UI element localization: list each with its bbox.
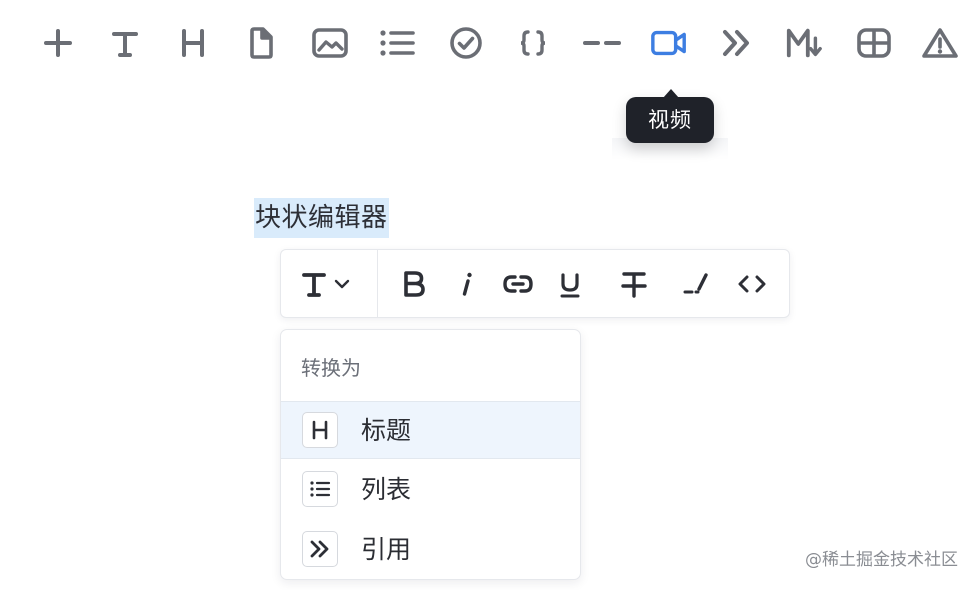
toolbar-divider [377,250,378,317]
editor-page: 视频 块状编辑器 转换为 标题 列表 引用 @稀土掘金技术社区 [0,0,974,590]
convert-item-label: 标题 [361,416,412,445]
convert-item-list[interactable]: 列表 [281,461,580,519]
format-toolbar [280,249,790,318]
underline-icon[interactable] [551,264,589,304]
quote-icon[interactable] [718,24,756,62]
list-icon[interactable] [378,24,416,62]
markdown-icon[interactable] [785,24,823,62]
list-icon [302,471,338,507]
convert-item-label: 引用 [361,535,412,564]
check-circle-icon[interactable] [447,24,485,62]
italic-icon[interactable] [447,264,485,304]
divider-icon[interactable] [580,24,624,62]
highlight-pen-icon[interactable] [677,264,715,304]
table-icon[interactable] [855,24,893,62]
selected-text[interactable]: 块状编辑器 [254,198,389,238]
block-toolbar [0,0,974,86]
inline-code-icon[interactable] [733,264,771,304]
convert-item-label: 列表 [361,475,412,504]
convert-menu: 转换为 标题 列表 引用 [280,329,581,580]
image-icon[interactable] [311,24,349,62]
file-icon[interactable] [242,24,280,62]
code-braces-icon[interactable] [514,24,552,62]
video-tooltip: 视频 [626,97,714,143]
convert-item-quote[interactable]: 引用 [281,521,580,579]
heading-icon [302,412,338,448]
warning-icon[interactable] [921,24,959,62]
text-icon[interactable] [106,24,144,62]
plus-icon[interactable] [39,24,77,62]
link-icon[interactable] [499,264,537,304]
strikethrough-icon[interactable] [615,264,653,304]
quote-icon [302,531,338,567]
text-type-icon [301,269,327,299]
chevron-down-icon [333,277,351,291]
bold-icon[interactable] [395,264,433,304]
convert-menu-header: 转换为 [301,356,361,380]
video-icon[interactable] [650,24,688,62]
heading-icon[interactable] [174,24,212,62]
convert-item-heading[interactable]: 标题 [281,401,580,459]
block-type-dropdown[interactable] [295,264,365,304]
watermark: @稀土掘金技术社区 [805,550,958,570]
